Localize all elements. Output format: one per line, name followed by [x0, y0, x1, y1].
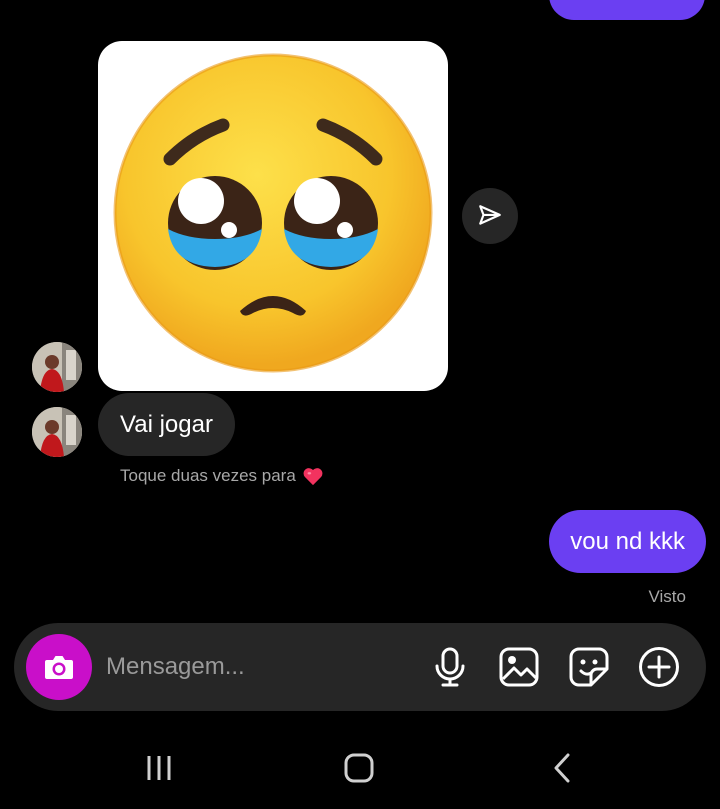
sent-message-text: vou nd kkk [570, 527, 685, 555]
back-chevron-icon [554, 753, 570, 783]
gallery-button[interactable] [497, 645, 541, 689]
received-message-bubble[interactable]: Vai jogar [98, 393, 235, 456]
double-tap-hint-text: Toque duas vezes para [120, 466, 296, 485]
share-button[interactable] [462, 188, 518, 244]
seen-status: Visto [648, 587, 687, 606]
recent-apps-button[interactable] [137, 748, 181, 788]
home-button[interactable] [337, 748, 381, 788]
recent-apps-icon [147, 756, 171, 780]
home-icon [344, 753, 374, 783]
plus-circle-icon [639, 647, 679, 687]
sent-message-bubble[interactable]: vou nd kkk [549, 510, 706, 573]
back-button[interactable] [540, 748, 584, 788]
pleading-face-emoji-icon [113, 53, 433, 373]
received-message-text: Vai jogar [120, 410, 213, 438]
image-gallery-icon [499, 647, 539, 687]
contact-photo-icon [32, 407, 82, 457]
contact-avatar[interactable] [32, 407, 82, 457]
more-options-button[interactable] [637, 645, 681, 689]
message-composer [14, 623, 706, 711]
camera-button[interactable] [26, 634, 92, 700]
sticker-message[interactable] [98, 41, 448, 391]
voice-message-button[interactable] [428, 645, 472, 689]
system-navigation-bar [0, 730, 720, 809]
heart-icon [303, 468, 323, 486]
sticker-button[interactable] [567, 645, 611, 689]
double-tap-hint: Toque duas vezes para [120, 466, 324, 486]
previous-sent-bubble[interactable] [549, 0, 705, 20]
sticker-icon [569, 647, 609, 687]
message-input[interactable] [106, 645, 406, 689]
dm-thread-screen: Vai jogar Toque duas vezes para vou nd k… [0, 0, 720, 809]
contact-avatar[interactable] [32, 342, 82, 392]
microphone-icon [435, 647, 465, 687]
contact-photo-icon [32, 342, 82, 392]
camera-icon [45, 656, 73, 679]
send-paper-plane-icon [479, 205, 501, 225]
